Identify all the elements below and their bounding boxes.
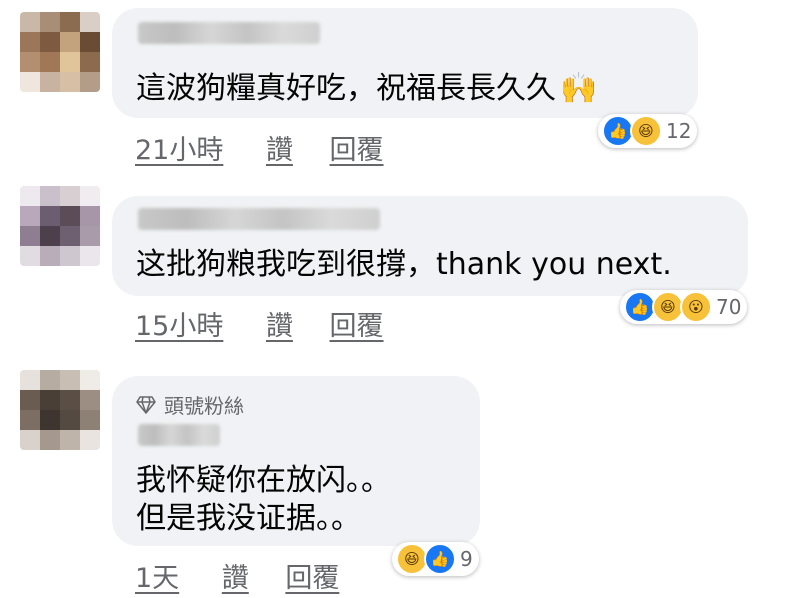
reaction-count: 70 [716,295,742,319]
comment-actions: 15小時 讚 回覆 [135,304,384,343]
like-button[interactable]: 讚 [266,304,293,343]
raising-hands-icon: 🙌 [560,71,598,106]
comment-text-line-1: 我怀疑你在放闪。。 [136,463,391,498]
comment-text: 這波狗糧真好吃，祝福長長久久 🙌 [136,71,598,106]
reaction-count: 9 [460,547,473,571]
reaction-summary[interactable]: 👍 😆 😮 70 [620,290,748,324]
avatar[interactable] [20,12,100,92]
commenter-name[interactable] [138,208,380,230]
top-fan-badge: 頭號粉絲 [136,390,244,419]
comment-bubble: 这批狗粮我吃到很撐，thank you next. [112,196,748,296]
comment-text-line-2: 但是我没证据。。 [136,501,361,536]
reaction-count: 12 [666,119,692,143]
reply-button[interactable]: 回覆 [330,304,384,343]
diamond-icon [136,395,156,414]
comment-bubble: 頭號粉絲 我怀疑你在放闪。。 但是我没证据。。 [112,376,480,546]
reply-button[interactable]: 回覆 [285,556,339,595]
avatar[interactable] [20,186,100,266]
like-icon: 👍 [424,543,456,575]
wow-icon: 😮 [680,291,712,323]
commenter-name[interactable] [138,424,220,446]
reaction-summary[interactable]: 👍 😆 12 [598,114,698,148]
comment-text: 这批狗粮我吃到很撐，thank you next. [136,247,672,282]
haha-icon: 😆 [630,115,662,147]
comment-actions: 1天 讚 回覆 [135,556,339,595]
reply-button[interactable]: 回覆 [330,128,384,167]
comment-bubble: 這波狗糧真好吃，祝福長長久久 🙌 [112,8,698,118]
comment-actions: 21小時 讚 回覆 [135,128,384,167]
timestamp-link[interactable]: 15小時 [135,304,223,343]
like-button[interactable]: 讚 [266,128,293,167]
reaction-summary[interactable]: 😆 👍 9 [392,542,479,576]
timestamp-link[interactable]: 21小時 [135,128,223,167]
avatar[interactable] [20,370,100,450]
timestamp-link[interactable]: 1天 [135,556,179,595]
like-button[interactable]: 讚 [222,556,249,595]
commenter-name[interactable] [138,22,320,44]
